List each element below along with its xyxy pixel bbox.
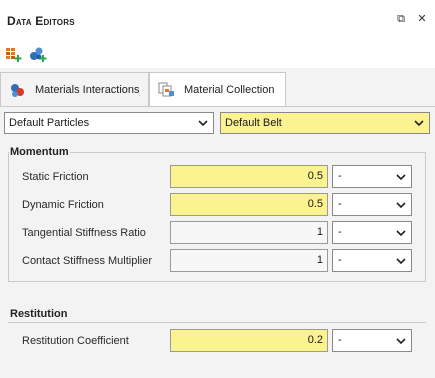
select-value: Default Belt [225, 117, 282, 129]
restitution-group-title: Restitution [10, 308, 68, 320]
restitution-coefficient-label: Restitution Coefficient [22, 335, 129, 347]
static-friction-label: Static Friction [22, 171, 89, 183]
chevron-down-icon [396, 258, 406, 265]
chevron-down-icon [198, 120, 208, 127]
chevron-down-icon [396, 174, 406, 181]
restitution-coefficient-input[interactable]: 0.2 [170, 329, 328, 352]
add-particles-icon[interactable] [29, 45, 47, 63]
contact-stiffness-multiplier-input[interactable]: 1 [170, 249, 328, 272]
static-friction-unit-select[interactable]: - [332, 165, 412, 188]
second-material-select[interactable]: Default Belt [220, 112, 430, 134]
chevron-down-icon [414, 120, 424, 127]
chevron-down-icon [396, 202, 406, 209]
materials-interactions-icon [11, 84, 24, 97]
restitution-coefficient-unit-select[interactable]: - [332, 329, 412, 352]
select-value: Default Particles [9, 117, 90, 129]
unit-value: - [338, 334, 342, 346]
unit-value: - [338, 198, 342, 210]
tangential-stiffness-ratio-input[interactable]: 1 [170, 221, 328, 244]
float-window-icon[interactable]: ⧉ [394, 12, 408, 26]
momentum-group-title: Momentum [10, 146, 69, 158]
unit-value: - [338, 226, 342, 238]
tab-label: Materials Interactions [35, 84, 140, 96]
chevron-down-icon [396, 338, 406, 345]
static-friction-input[interactable]: 0.5 [170, 165, 328, 188]
tangential-stiffness-ratio-label: Tangential Stiffness Ratio [22, 227, 146, 239]
chevron-down-icon [396, 230, 406, 237]
dynamic-friction-input[interactable]: 0.5 [170, 193, 328, 216]
unit-value: - [338, 254, 342, 266]
tab-bar: Materials Interactions Material Collecti… [0, 72, 435, 107]
toolbar [0, 40, 435, 68]
tab-label: Material Collection [184, 83, 275, 96]
contact-stiffness-multiplier-unit-select[interactable]: - [332, 249, 412, 272]
material-collection-icon [158, 82, 174, 96]
tab-material-collection[interactable]: Material Collection [149, 72, 286, 106]
dynamic-friction-label: Dynamic Friction [22, 199, 104, 211]
unit-value: - [338, 170, 342, 182]
close-icon[interactable]: ✕ [415, 12, 429, 26]
tab-materials-interactions[interactable]: Materials Interactions [0, 72, 149, 107]
momentum-group-line [70, 152, 426, 153]
title-bar: Data Editors ⧉ ✕ [0, 0, 435, 40]
tangential-stiffness-ratio-unit-select[interactable]: - [332, 221, 412, 244]
panel-title: Data Editors [7, 14, 75, 28]
contact-stiffness-multiplier-label: Contact Stiffness Multiplier [22, 255, 153, 267]
materials-interactions-content: Default Particles Default Belt Momentum … [0, 106, 435, 378]
dynamic-friction-unit-select[interactable]: - [332, 193, 412, 216]
add-material-icon[interactable] [5, 45, 23, 63]
data-editors-panel: Data Editors ⧉ ✕ Materials Interactions … [0, 0, 435, 378]
first-material-select[interactable]: Default Particles [4, 112, 214, 134]
